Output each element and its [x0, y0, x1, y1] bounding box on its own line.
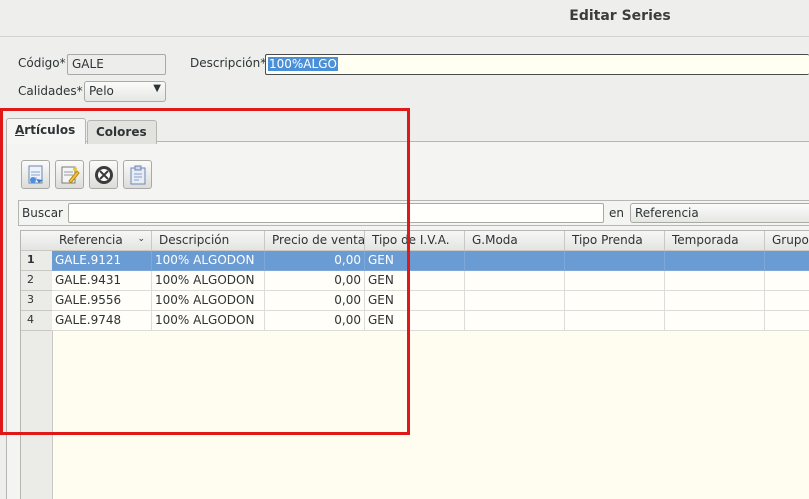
search-input[interactable] [68, 203, 604, 223]
row-number[interactable]: 1 [21, 251, 52, 271]
codigo-label: Código* [18, 56, 66, 70]
descripcion-label: Descripción* [190, 56, 267, 70]
cell-precio[interactable]: 0,00 [265, 251, 365, 271]
corner-header [21, 231, 53, 251]
cell-precio[interactable]: 0,00 [265, 311, 365, 331]
cell-tipo-prenda[interactable] [565, 291, 665, 311]
cell-gmoda[interactable] [465, 251, 565, 271]
cell-grupo[interactable] [765, 291, 809, 311]
tab-articulos-mnemonic: A [15, 123, 25, 137]
cell-temporada[interactable] [665, 271, 765, 291]
descripcion-field[interactable]: 100%ALGO [265, 54, 809, 75]
col-temporada[interactable]: Temporada [665, 231, 765, 251]
edit-button[interactable] [55, 160, 84, 189]
col-tipo-iva[interactable]: Tipo de I.V.A. [365, 231, 465, 251]
search-label: Buscar [22, 206, 63, 220]
cell-tipo-iva[interactable]: GEN [365, 291, 465, 311]
articles-table: Referencia ⌄ Descripción Precio de venta … [20, 230, 809, 499]
clipboard-icon [130, 165, 145, 184]
title-divider [0, 36, 809, 37]
calidades-value: Pelo [89, 84, 114, 98]
tab-colores[interactable]: Colores [87, 120, 157, 144]
new-document-icon [28, 165, 43, 183]
cell-tipo-iva[interactable]: GEN [365, 271, 465, 291]
descripcion-value: 100%ALGO [268, 57, 338, 71]
cell-gmoda[interactable] [465, 271, 565, 291]
col-precio[interactable]: Precio de venta [265, 231, 365, 251]
delete-icon [94, 165, 113, 184]
cell-grupo[interactable] [765, 271, 809, 291]
tab-articulos[interactable]: Artículos [6, 118, 86, 144]
cell-descripcion[interactable]: 100% ALGODON [152, 311, 265, 331]
row-number[interactable]: 2 [21, 271, 52, 291]
col-referencia[interactable]: Referencia ⌄ [52, 231, 152, 251]
cell-temporada[interactable] [665, 291, 765, 311]
codigo-field[interactable]: GALE [67, 54, 166, 75]
col-descripcion[interactable]: Descripción [152, 231, 265, 251]
col-tipo-prenda[interactable]: Tipo Prenda [565, 231, 665, 251]
cell-grupo[interactable] [765, 311, 809, 331]
cell-grupo[interactable] [765, 251, 809, 271]
search-bar: Buscar en Referencia [18, 200, 809, 226]
cell-descripcion[interactable]: 100% ALGODON [152, 271, 265, 291]
search-in-label: en [609, 206, 624, 220]
row-number[interactable]: 3 [21, 291, 52, 311]
col-grupo[interactable]: Grupo [765, 231, 809, 251]
new-button[interactable] [21, 160, 50, 189]
calidades-label: Calidades* [18, 84, 83, 98]
window-title: Editar Series [569, 8, 671, 24]
cell-precio[interactable]: 0,00 [265, 271, 365, 291]
cell-descripcion[interactable]: 100% ALGODON [152, 251, 265, 271]
cell-referencia[interactable]: GALE.9431 [52, 271, 152, 291]
row-number[interactable]: 4 [21, 311, 52, 331]
cell-tipo-iva[interactable]: GEN [365, 251, 465, 271]
cell-tipo-prenda[interactable] [565, 271, 665, 291]
cell-tipo-iva[interactable]: GEN [365, 311, 465, 331]
cell-referencia[interactable]: GALE.9556 [52, 291, 152, 311]
col-referencia-label: Referencia [59, 233, 123, 247]
cell-referencia[interactable]: GALE.9748 [52, 311, 152, 331]
sort-desc-icon: ⌄ [137, 234, 145, 244]
cell-referencia[interactable]: GALE.9121 [52, 251, 152, 271]
edit-document-icon [61, 166, 80, 184]
cell-gmoda[interactable] [465, 311, 565, 331]
delete-button[interactable] [89, 160, 118, 189]
calidades-select[interactable]: Pelo ▼ [84, 81, 166, 102]
cell-gmoda[interactable] [465, 291, 565, 311]
cell-tipo-prenda[interactable] [565, 311, 665, 331]
cell-temporada[interactable] [665, 311, 765, 331]
cell-precio[interactable]: 0,00 [265, 291, 365, 311]
cell-temporada[interactable] [665, 251, 765, 271]
tab-articulos-label: rtículos [24, 123, 76, 137]
cell-tipo-prenda[interactable] [565, 251, 665, 271]
cell-descripcion[interactable]: 100% ALGODON [152, 291, 265, 311]
search-field-select[interactable]: Referencia [630, 203, 809, 223]
col-gmoda[interactable]: G.Moda [465, 231, 565, 251]
chevron-down-icon: ▼ [153, 83, 161, 94]
paste-button[interactable] [123, 160, 152, 189]
